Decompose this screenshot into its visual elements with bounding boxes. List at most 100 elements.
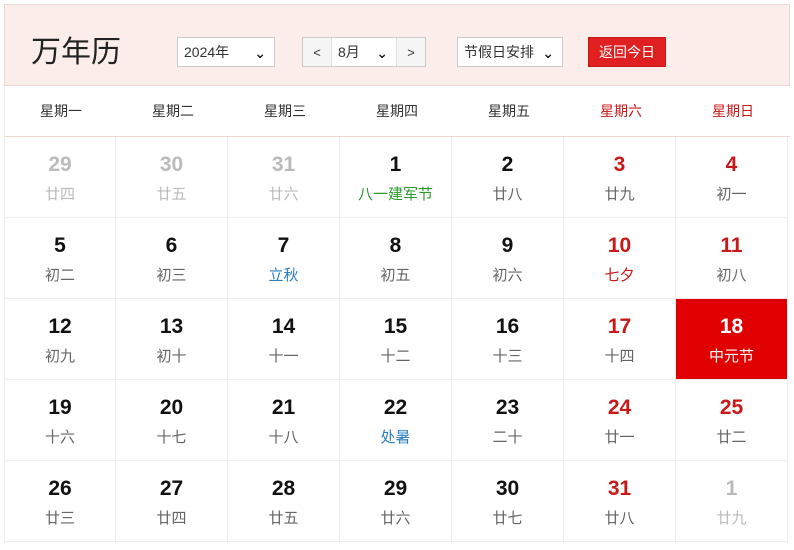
calendar-grid: 星期一 星期二 星期三 星期四 星期五 星期六 星期日 29 廿四 30 廿五 31… [4,86,790,542]
day-number: 11 [720,234,743,257]
day-number: 18 [719,315,744,338]
day-cell[interactable]: 15 十二 [340,299,452,380]
day-cell[interactable]: 10 七夕 [564,218,676,299]
lunar-date: 廿五 [156,186,187,203]
day-number: 22 [383,396,408,419]
day-cell-today[interactable]: 18 中元节 [676,299,788,380]
prev-month-button[interactable]: < [303,38,331,66]
day-cell[interactable]: 14 十一 [228,299,340,380]
day-cell[interactable]: 5 初二 [4,218,116,299]
lunar-date: 初八 [716,267,747,284]
lunar-date: 廿八 [492,186,523,203]
day-number: 14 [271,315,296,338]
day-cell[interactable]: 24 廿一 [564,380,676,461]
lunar-date: 初九 [44,348,75,365]
lunar-date: 廿九 [604,186,635,203]
day-number: 7 [277,234,290,257]
back-to-today-button[interactable]: 返回今日 [588,37,666,67]
day-number: 16 [495,315,520,338]
day-cell[interactable]: 31 廿八 [564,461,676,542]
day-cell[interactable]: 20 十七 [116,380,228,461]
weekday-label: 星期四 [376,103,418,119]
day-cell[interactable]: 25 廿二 [676,380,788,461]
lunar-date: 廿九 [716,510,747,527]
day-number: 21 [271,396,296,419]
lunar-date: 十一 [268,348,299,365]
weekday-label: 星期三 [264,103,306,119]
day-number: 5 [54,234,66,257]
lunar-date: 初十 [156,348,187,365]
day-cell[interactable]: 8 初五 [340,218,452,299]
day-cell[interactable]: 9 初六 [452,218,564,299]
day-cell[interactable]: 19 十六 [4,380,116,461]
day-number: 25 [719,396,744,419]
chevron-down-icon: ⌄ [376,45,388,61]
weekday-label: 星期六 [600,103,642,119]
day-number: 20 [159,396,184,419]
day-cell[interactable]: 31 廿六 [228,137,340,218]
day-cell[interactable]: 1 廿九 [676,461,788,542]
festival-label: 七夕 [604,267,635,284]
year-select-value: 2024年 [184,44,230,60]
day-cell[interactable]: 6 初三 [116,218,228,299]
day-number: 1 [389,153,402,176]
day-number: 23 [495,396,520,419]
lunar-date: 廿六 [268,186,299,203]
day-number: 19 [48,396,72,419]
year-select[interactable]: 2024年 ⌄ [177,37,275,67]
day-number: 6 [165,234,178,257]
day-cell[interactable]: 1 八一建军节 [340,137,452,218]
lunar-date: 廿八 [604,510,635,527]
lunar-date: 初二 [44,267,75,284]
holiday-select[interactable]: 节假日安排 ⌄ [457,37,563,67]
festival-label: 中元节 [708,348,754,365]
lunar-date: 十七 [156,429,187,446]
day-cell[interactable]: 17 十四 [564,299,676,380]
day-cell[interactable]: 7 立秋 [228,218,340,299]
day-cell[interactable]: 12 初九 [4,299,116,380]
festival-label: 八一建军节 [357,186,433,203]
day-cell[interactable]: 2 廿八 [452,137,564,218]
lunar-date: 初六 [492,267,523,284]
weekday-label: 星期日 [712,103,754,119]
day-cell[interactable]: 3 廿九 [564,137,676,218]
day-cell[interactable]: 23 二十 [452,380,564,461]
lunar-date: 廿二 [716,429,747,446]
month-select[interactable]: 8月 ⌄ [331,38,397,66]
day-cell[interactable]: 22 处暑 [340,380,452,461]
day-number: 12 [48,315,72,338]
lunar-date: 廿四 [156,510,187,527]
weekday-label: 星期一 [40,103,82,119]
day-number: 24 [607,396,632,419]
chevron-down-icon: ⌄ [254,45,266,61]
day-cell[interactable]: 27 廿四 [116,461,228,542]
day-cell[interactable]: 21 十八 [228,380,340,461]
day-cell[interactable]: 29 廿四 [4,137,116,218]
lunar-date: 廿七 [492,510,523,527]
chevron-down-icon: ⌄ [542,45,554,61]
day-cell[interactable]: 30 廿七 [452,461,564,542]
weekday-header: 星期一 星期二 星期三 星期四 星期五 星期六 星期日 [4,86,790,137]
weekday-label: 星期五 [488,103,530,119]
day-number: 1 [725,477,738,500]
weekday-label: 星期二 [152,103,194,119]
day-cell[interactable]: 4 初一 [676,137,788,218]
lunar-date: 十八 [268,429,299,446]
lunar-date: 廿六 [380,510,411,527]
calendar-title: 万年历 [31,35,121,70]
day-cell[interactable]: 30 廿五 [116,137,228,218]
day-cell[interactable]: 13 初十 [116,299,228,380]
calendar-week-row: 19 十六 20 十七 21 十八 22 处暑 23 二十 24 廿一 25 廿二 [4,380,790,461]
day-number: 4 [725,153,738,176]
holiday-select-value: 节假日安排 [464,44,534,60]
day-cell[interactable]: 26 廿三 [4,461,116,542]
next-month-button[interactable]: > [397,38,425,66]
day-number: 9 [501,234,514,257]
day-number: 27 [159,477,184,500]
day-cell[interactable]: 28 廿五 [228,461,340,542]
day-cell[interactable]: 16 十三 [452,299,564,380]
calendar-week-row: 12 初九 13 初十 14 十一 15 十二 16 十三 17 十四 18 中元节 [4,299,790,380]
day-cell[interactable]: 29 廿六 [340,461,452,542]
calendar-week-row: 5 初二 6 初三 7 立秋 8 初五 9 初六 10 七夕 11 初八 [4,218,790,299]
day-cell[interactable]: 11 初八 [676,218,788,299]
